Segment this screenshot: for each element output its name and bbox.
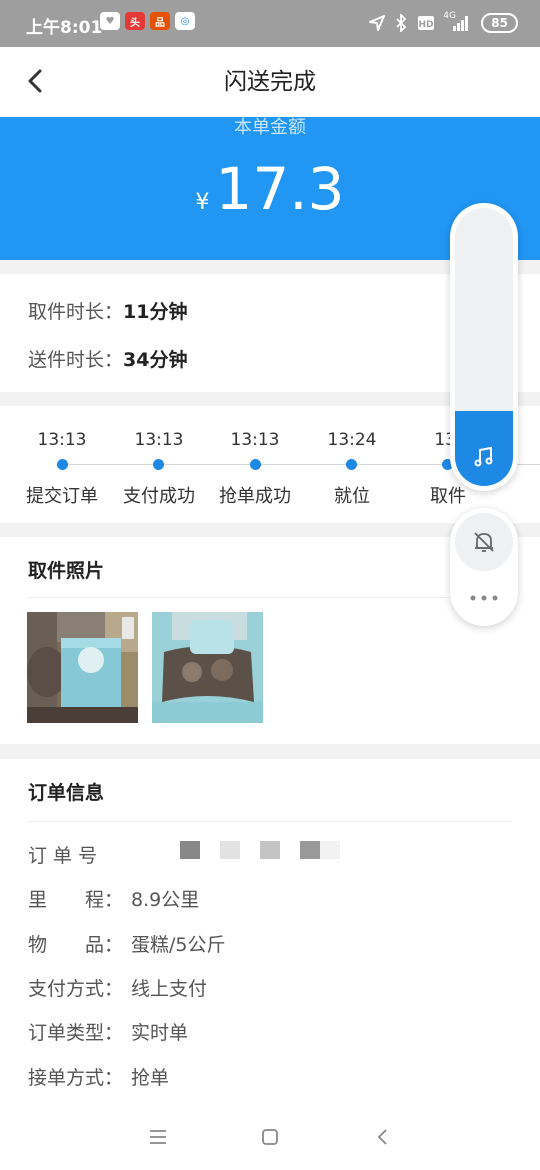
order-number-redacted bbox=[180, 841, 340, 859]
status-time: 上午8:01 bbox=[26, 18, 103, 38]
timeline-dot bbox=[346, 459, 357, 470]
payment-method-value: 线上支付 bbox=[131, 978, 208, 1000]
sound-control-panel bbox=[450, 508, 518, 626]
volume-level bbox=[455, 411, 513, 486]
pickup-duration-row: 取件时长：11分钟 bbox=[28, 297, 187, 324]
delivery-duration-value: 34分钟 bbox=[123, 349, 188, 371]
pickup-photos-title: 取件照片 bbox=[28, 560, 105, 582]
wallet-app-icon: ◎ bbox=[175, 12, 195, 30]
timeline-time: 13:13 bbox=[230, 430, 280, 450]
timeline-time: 13:24 bbox=[327, 430, 377, 450]
accept-method-label: 接单方式： bbox=[28, 1067, 124, 1089]
timeline-time: 13:13 bbox=[134, 430, 184, 450]
volume-slider[interactable] bbox=[450, 203, 518, 491]
home-square-icon[interactable] bbox=[261, 1128, 279, 1146]
timeline-label: 就位 bbox=[334, 486, 370, 507]
currency-symbol: ¥ bbox=[195, 190, 210, 215]
signal-icon: 4G bbox=[443, 11, 471, 32]
distance-value: 8.9公里 bbox=[131, 889, 200, 911]
heart-app-icon: ♥ bbox=[100, 12, 120, 30]
bluetooth-icon bbox=[396, 14, 407, 32]
divider bbox=[28, 821, 512, 822]
order-info-card: 订单信息 订 单 号 里 程： 8.9公里 物 品： 蛋糕/5公斤 支付方式： … bbox=[0, 759, 540, 1105]
order-type-label: 订单类型： bbox=[28, 1022, 124, 1044]
order-info-title: 订单信息 bbox=[28, 782, 105, 804]
distance-label: 里 程： bbox=[28, 889, 124, 911]
shop-app-icon: 品 bbox=[150, 12, 170, 30]
divider bbox=[28, 597, 450, 598]
page-title: 闪送完成 bbox=[224, 69, 316, 95]
app-bar: 闪送完成 bbox=[0, 47, 540, 117]
delivery-duration-row: 送件时长：34分钟 bbox=[28, 345, 187, 372]
timeline-dot bbox=[153, 459, 164, 470]
pickup-duration-label: 取件时长： bbox=[28, 301, 124, 323]
delivery-duration-label: 送件时长： bbox=[28, 349, 124, 371]
hd-icon: HD bbox=[418, 16, 435, 30]
system-nav-bar bbox=[0, 1105, 540, 1170]
timeline-time: 13:13 bbox=[37, 430, 87, 450]
music-note-icon bbox=[474, 446, 493, 467]
pickup-photo-2[interactable] bbox=[152, 612, 263, 723]
pickup-photo-1[interactable] bbox=[27, 612, 138, 723]
back-triangle-icon[interactable] bbox=[376, 1128, 390, 1146]
accept-method-value: 抢单 bbox=[131, 1067, 170, 1089]
pickup-duration-value: 11分钟 bbox=[123, 301, 188, 323]
battery-indicator: 85 bbox=[481, 13, 518, 33]
amount-label: 本单金额 bbox=[234, 117, 306, 138]
amount-value: 17.3 bbox=[215, 155, 345, 223]
status-bar: 上午8:01 ♥ 头 品 ◎ HD 4G 85 bbox=[0, 0, 540, 47]
timeline-dot bbox=[57, 459, 68, 470]
order-number-label: 订 单 号 bbox=[28, 845, 98, 867]
location-icon bbox=[369, 15, 386, 31]
payment-method-label: 支付方式： bbox=[28, 978, 124, 1000]
timeline-dot bbox=[250, 459, 261, 470]
mute-button[interactable] bbox=[455, 513, 513, 571]
timeline-label: 支付成功 bbox=[123, 486, 195, 507]
svg-text:HD: HD bbox=[419, 20, 434, 30]
more-dots-icon[interactable] bbox=[469, 594, 499, 602]
item-label: 物 品： bbox=[28, 934, 124, 956]
menu-icon[interactable] bbox=[148, 1129, 168, 1145]
timeline-label: 抢单成功 bbox=[219, 486, 291, 507]
volume-track[interactable] bbox=[455, 208, 513, 486]
bell-off-icon bbox=[474, 532, 494, 552]
order-type-value: 实时单 bbox=[131, 1022, 189, 1044]
item-value: 蛋糕/5公斤 bbox=[131, 934, 226, 956]
timeline-label: 提交订单 bbox=[26, 486, 98, 507]
news-app-icon: 头 bbox=[125, 12, 145, 30]
